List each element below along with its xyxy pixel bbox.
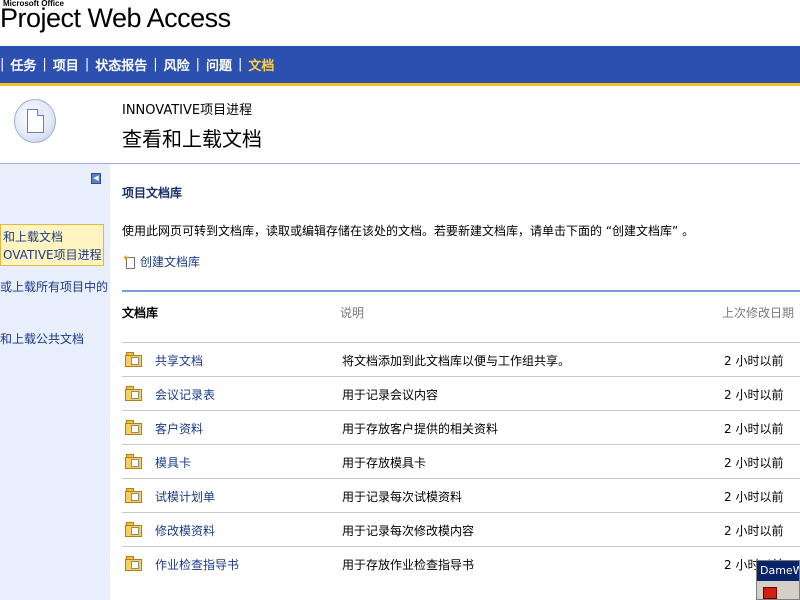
table-row[interactable]: 共享文档 将文档添加到此文档库以便与工作组共享。 2 小时以前 <box>122 342 800 376</box>
product-title: Project Web Access <box>0 3 231 33</box>
folder-icon <box>125 352 142 367</box>
table-divider <box>122 290 800 292</box>
library-description: 将文档添加到此文档库以便与工作组共享。 <box>342 354 571 368</box>
sidebar-item-sublabel: OVATIVE项目进程) <box>3 248 104 262</box>
table-row[interactable]: 客户资料 用于存放客户提供的相关资料 2 小时以前 <box>122 410 800 444</box>
sidebar-item-view-upload-documents[interactable]: 和上载文档 OVATIVE项目进程) <box>0 224 104 266</box>
library-description: 用于记录会议内容 <box>342 388 439 402</box>
library-name-link[interactable]: 作业检查指导书 <box>155 556 239 573</box>
sidebar-item-all-projects-documents[interactable]: 或上载所有项目中的 <box>0 278 108 295</box>
nav-item-documents[interactable]: 文档 <box>242 55 280 74</box>
table-row[interactable]: 会议记录表 用于记录会议内容 2 小时以前 <box>122 376 800 410</box>
library-name-link[interactable]: 会议记录表 <box>155 386 215 403</box>
column-header-modified[interactable]: 上次修改日期 <box>722 304 794 321</box>
overlay-window[interactable]: DameW <box>756 560 800 600</box>
library-description: 用于存放客户提供的相关资料 <box>342 422 499 436</box>
library-description: 用于存放作业检查指导书 <box>342 558 475 572</box>
nav-item-status-reports[interactable]: 状态报告 <box>89 55 153 74</box>
library-name-link[interactable]: 修改模资料 <box>155 522 215 539</box>
section-description: 使用此网页可转到文档库，读取或编辑存储在该处的文档。若要新建文档库，请单击下面的… <box>122 224 695 238</box>
page-title: 查看和上载文档 <box>122 127 262 151</box>
library-modified: 2 小时以前 <box>724 456 784 470</box>
sidebar-item-public-documents[interactable]: 和上载公共文档 <box>0 330 84 347</box>
create-library-link[interactable]: ✦ 创建文档库 <box>122 253 200 270</box>
sidebar-item-label: 和上载文档 <box>3 230 64 244</box>
library-modified: 2 小时以前 <box>724 388 784 402</box>
app-icon <box>763 587 777 599</box>
nav-item-tasks[interactable]: 任务 <box>4 55 42 74</box>
collapse-sidebar-icon[interactable]: ◀ <box>91 173 101 184</box>
header-divider <box>0 163 800 164</box>
folder-icon <box>125 454 142 469</box>
library-name-link[interactable]: 试模计划单 <box>155 488 215 505</box>
create-library-label: 创建文档库 <box>140 255 201 269</box>
library-modified: 2 小时以前 <box>724 354 784 368</box>
library-name-link[interactable]: 共享文档 <box>155 352 203 369</box>
overlay-window-title: DameW <box>757 561 799 581</box>
library-description: 用于记录每次试模资料 <box>342 490 463 504</box>
main-nav: | 任务 | 项目 | 状态报告 | 风险 | 问题 | 文档 <box>0 46 800 86</box>
section-title: 项目文档库 <box>122 186 183 200</box>
column-header-library[interactable]: 文档库 <box>122 304 158 321</box>
table-row[interactable]: 试模计划单 用于记录每次试模资料 2 小时以前 <box>122 478 800 512</box>
nav-item-issues[interactable]: 问题 <box>200 55 238 74</box>
table-row[interactable]: 修改模资料 用于记录每次修改模内容 2 小时以前 <box>122 512 800 546</box>
library-description: 用于存放模具卡 <box>342 456 427 470</box>
folder-icon <box>125 488 142 503</box>
column-header-description[interactable]: 说明 <box>340 304 364 321</box>
page-header: INNOVATIVE项目进程 查看和上载文档 <box>0 89 800 163</box>
library-name-link[interactable]: 客户资料 <box>155 420 203 437</box>
page-icon <box>27 109 44 133</box>
table-row[interactable]: 作业检查指导书 用于存放作业检查指导书 2 小时以前 <box>122 546 800 580</box>
nav-item-risks[interactable]: 风险 <box>158 55 196 74</box>
folder-icon <box>125 556 142 571</box>
folder-icon <box>125 522 142 537</box>
library-name-link[interactable]: 模具卡 <box>155 454 191 471</box>
project-name: INNOVATIVE项目进程 <box>122 103 253 118</box>
left-sidebar: ◀ 和上载文档 OVATIVE项目进程) 或上载所有项目中的 和上载公共文档 <box>0 164 110 600</box>
folder-icon <box>125 386 142 401</box>
folder-icon <box>125 420 142 435</box>
library-description: 用于记录每次修改模内容 <box>342 524 475 538</box>
library-modified: 2 小时以前 <box>724 422 784 436</box>
library-modified: 2 小时以前 <box>724 524 784 538</box>
document-icon <box>14 99 56 143</box>
nav-item-projects[interactable]: 项目 <box>47 55 85 74</box>
new-document-icon: ✦ <box>122 254 136 269</box>
table-row[interactable]: 模具卡 用于存放模具卡 2 小时以前 <box>122 444 800 478</box>
library-modified: 2 小时以前 <box>724 490 784 504</box>
brand-header: Microsoft Office Project Web Access <box>0 0 800 46</box>
